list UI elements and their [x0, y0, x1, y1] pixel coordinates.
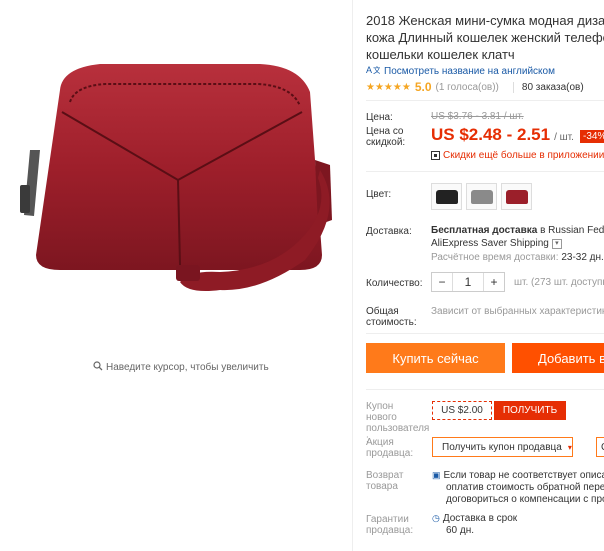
magnifier-icon [93, 361, 103, 374]
rating-score: 5.0 [414, 80, 432, 94]
total-label: Общая стоимость: [366, 306, 417, 328]
product-details: 2018 Женская мини-сумка модная дизайнер … [366, 0, 604, 551]
seller-coupon-dropdown[interactable]: Получить купон продавца ▾ [432, 437, 573, 457]
color-swatch-gray[interactable] [466, 183, 497, 210]
returns-line: договориться о компенсации с про [446, 494, 604, 505]
svg-text:文: 文 [373, 65, 380, 75]
divider [366, 171, 604, 172]
guarantee-days: 60 дн. [446, 525, 475, 536]
coupon-value: US $2.00 [432, 401, 492, 420]
divider [366, 333, 604, 334]
title-line: 2018 Женская мини-сумка модная дизайнер [366, 13, 604, 28]
guarantee-line: ◷ Доставка в срок [432, 512, 517, 525]
chevron-down-icon: ▾ [567, 442, 572, 452]
guarantee-info: ◷ Доставка в срок 60 дн. [432, 512, 517, 537]
title-line: кошельки кошелек клатч [366, 47, 515, 62]
discount-badge: -34% [580, 130, 604, 143]
product-title: 2018 Женская мини-сумка модная дизайнер … [366, 12, 604, 63]
product-image[interactable] [0, 0, 352, 330]
guarantee-line-text: Доставка в срок [442, 513, 518, 524]
original-price: US $3.76 - 3.81 / шт. [431, 111, 524, 122]
rating-votes[interactable]: (1 голоса(ов)) [436, 82, 499, 93]
seller-promo-label: Акция продавца: [366, 437, 414, 459]
delivery-estimate-value: 23-32 дн. [561, 252, 604, 263]
clock-icon: ◷ [432, 513, 440, 523]
title-line: кожа Длинный кошелек женский телефон р [366, 30, 604, 45]
delivery-estimate-label: Расчётное время доставки: [431, 252, 559, 263]
available-stock: шт. (273 шт. доступн [514, 277, 604, 288]
discount-price-label: Цена со скидкой: [366, 126, 406, 148]
chevron-down-icon[interactable]: ▾ [551, 238, 562, 249]
returns-line-text: Если товар не соответствует описа [443, 470, 604, 481]
guarantee-label: Гарантии продавца: [366, 514, 414, 536]
color-label: Цвет: [366, 189, 392, 200]
shipping-destination[interactable]: в Russian Feder [537, 225, 604, 236]
app-promo-link[interactable]: Скидки ещё больше в приложении ▾ [431, 150, 604, 161]
translate-link-text[interactable]: Посмотреть название на английском [384, 66, 555, 77]
translate-link[interactable]: A文 Посмотреть название на английском [366, 64, 555, 78]
divider [366, 389, 604, 390]
add-to-cart-button[interactable]: Добавить в [512, 343, 604, 373]
shipping-free-bold: Бесплатная доставка [431, 225, 538, 236]
quantity-stepper: − 1 + [431, 272, 505, 292]
app-promo-text[interactable]: Скидки ещё больше в приложении [443, 150, 604, 161]
returns-line: оплатив стоимость обратной перес [446, 482, 604, 493]
divider [352, 0, 353, 551]
delivery-estimate: Расчётное время доставки: 23-32 дн. [431, 252, 604, 263]
increase-button[interactable]: + [484, 273, 504, 291]
returns-label: Возврат товара [366, 470, 404, 492]
returns-info: ▣ Если товар не соответствует описа оплат… [432, 469, 604, 506]
quantity-input[interactable]: 1 [452, 273, 484, 291]
divider [366, 100, 604, 101]
discount-price-value: US $2.48 - 2.51 [431, 125, 551, 144]
discount-price: US $2.48 - 2.51/ шт. [431, 125, 574, 145]
returns-line: ▣ Если товар не соответствует описа [432, 469, 604, 482]
qr-code-icon [431, 151, 440, 160]
seller-discount-dropdown[interactable]: Ск [596, 437, 604, 457]
star-rating-icon[interactable]: ★★★★★ [366, 82, 411, 93]
decrease-button[interactable]: − [432, 273, 452, 291]
svg-text:A: A [366, 65, 372, 75]
buy-now-button[interactable]: Купить сейчас [366, 343, 505, 373]
info-icon: ▣ [432, 470, 441, 480]
quantity-label: Количество: [366, 278, 423, 289]
shipping-method-text[interactable]: AliExpress Saver Shipping [431, 238, 549, 249]
orders-count: 80 заказа(ов) [512, 81, 584, 93]
zoom-hint-text: Наведите курсор, чтобы увеличить [106, 362, 269, 373]
price-label: Цена: [366, 112, 393, 123]
rating-row: ★★★★★ 5.0 (1 голоса(ов)) 80 заказа(ов) [366, 80, 584, 94]
translate-icon: A文 [366, 64, 381, 78]
get-coupon-button[interactable]: ПОЛУЧИТЬ [494, 401, 566, 420]
color-swatch-black[interactable] [431, 183, 462, 210]
shipping-free: Бесплатная доставка в Russian Feder [431, 225, 604, 236]
shipping-label: Доставка: [366, 226, 412, 237]
product-image-panel: Наведите курсор, чтобы увеличить [0, 0, 352, 551]
color-swatch-red[interactable] [501, 183, 532, 210]
seller-coupon-text: Получить купон продавца [442, 441, 562, 453]
price-unit: / шт. [554, 132, 574, 143]
zoom-hint: Наведите курсор, чтобы увеличить [93, 361, 269, 374]
total-note: Зависит от выбранных характеристик т [431, 306, 604, 317]
shipping-method[interactable]: AliExpress Saver Shipping ▾ [431, 238, 562, 249]
